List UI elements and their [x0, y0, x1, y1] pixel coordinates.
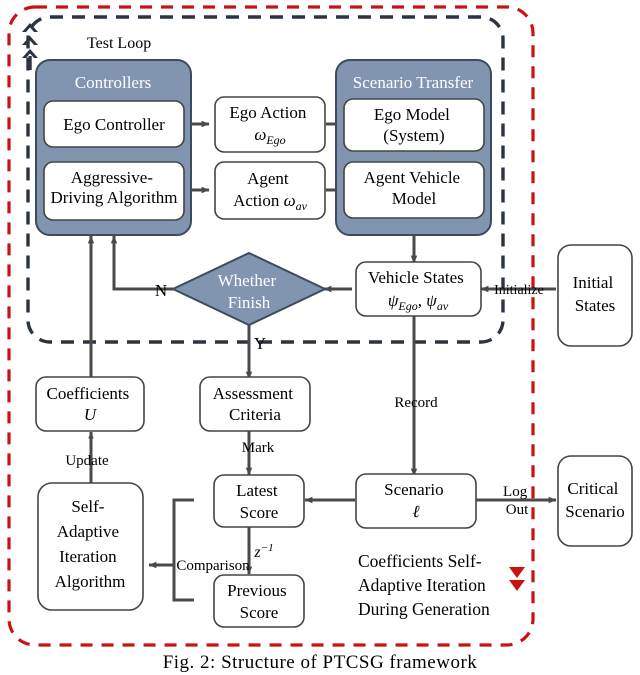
figure-root: Test Loop Controllers Scenario Transfer … — [0, 0, 640, 675]
edge-latest-to-comparison — [172, 498, 194, 565]
test-loop-label: Test Loop — [87, 35, 151, 52]
figure-caption: Fig. 2: Structure of PTCSG framework — [162, 652, 478, 673]
edge-label-comparison: Comparison — [176, 558, 250, 574]
edge-label-update: Update — [65, 453, 109, 469]
framework-diagram: Test Loop Controllers Scenario Transfer … — [7, 5, 633, 647]
group-controllers-title: Controllers — [75, 73, 152, 92]
double-chevron-down-icon — [509, 567, 525, 591]
node-ego-controller-label: Ego Controller — [63, 115, 165, 134]
edge-label-record: Record — [394, 395, 438, 411]
bottom-note: Coefficients Self- Adaptive Iteration Du… — [358, 551, 490, 619]
double-chevron-up-icon — [22, 23, 38, 70]
edge-label-initialize: Initialize — [494, 283, 544, 298]
node-critical-scenario[interactable] — [557, 455, 633, 547]
edge-label-mark: Mark — [242, 440, 275, 456]
edge-label-y: Y — [254, 334, 266, 353]
edge-label-z-inverse: z−1 — [253, 542, 273, 561]
group-scenario-transfer-title: Scenario Transfer — [353, 73, 474, 92]
edge-label-n: N — [155, 281, 167, 300]
